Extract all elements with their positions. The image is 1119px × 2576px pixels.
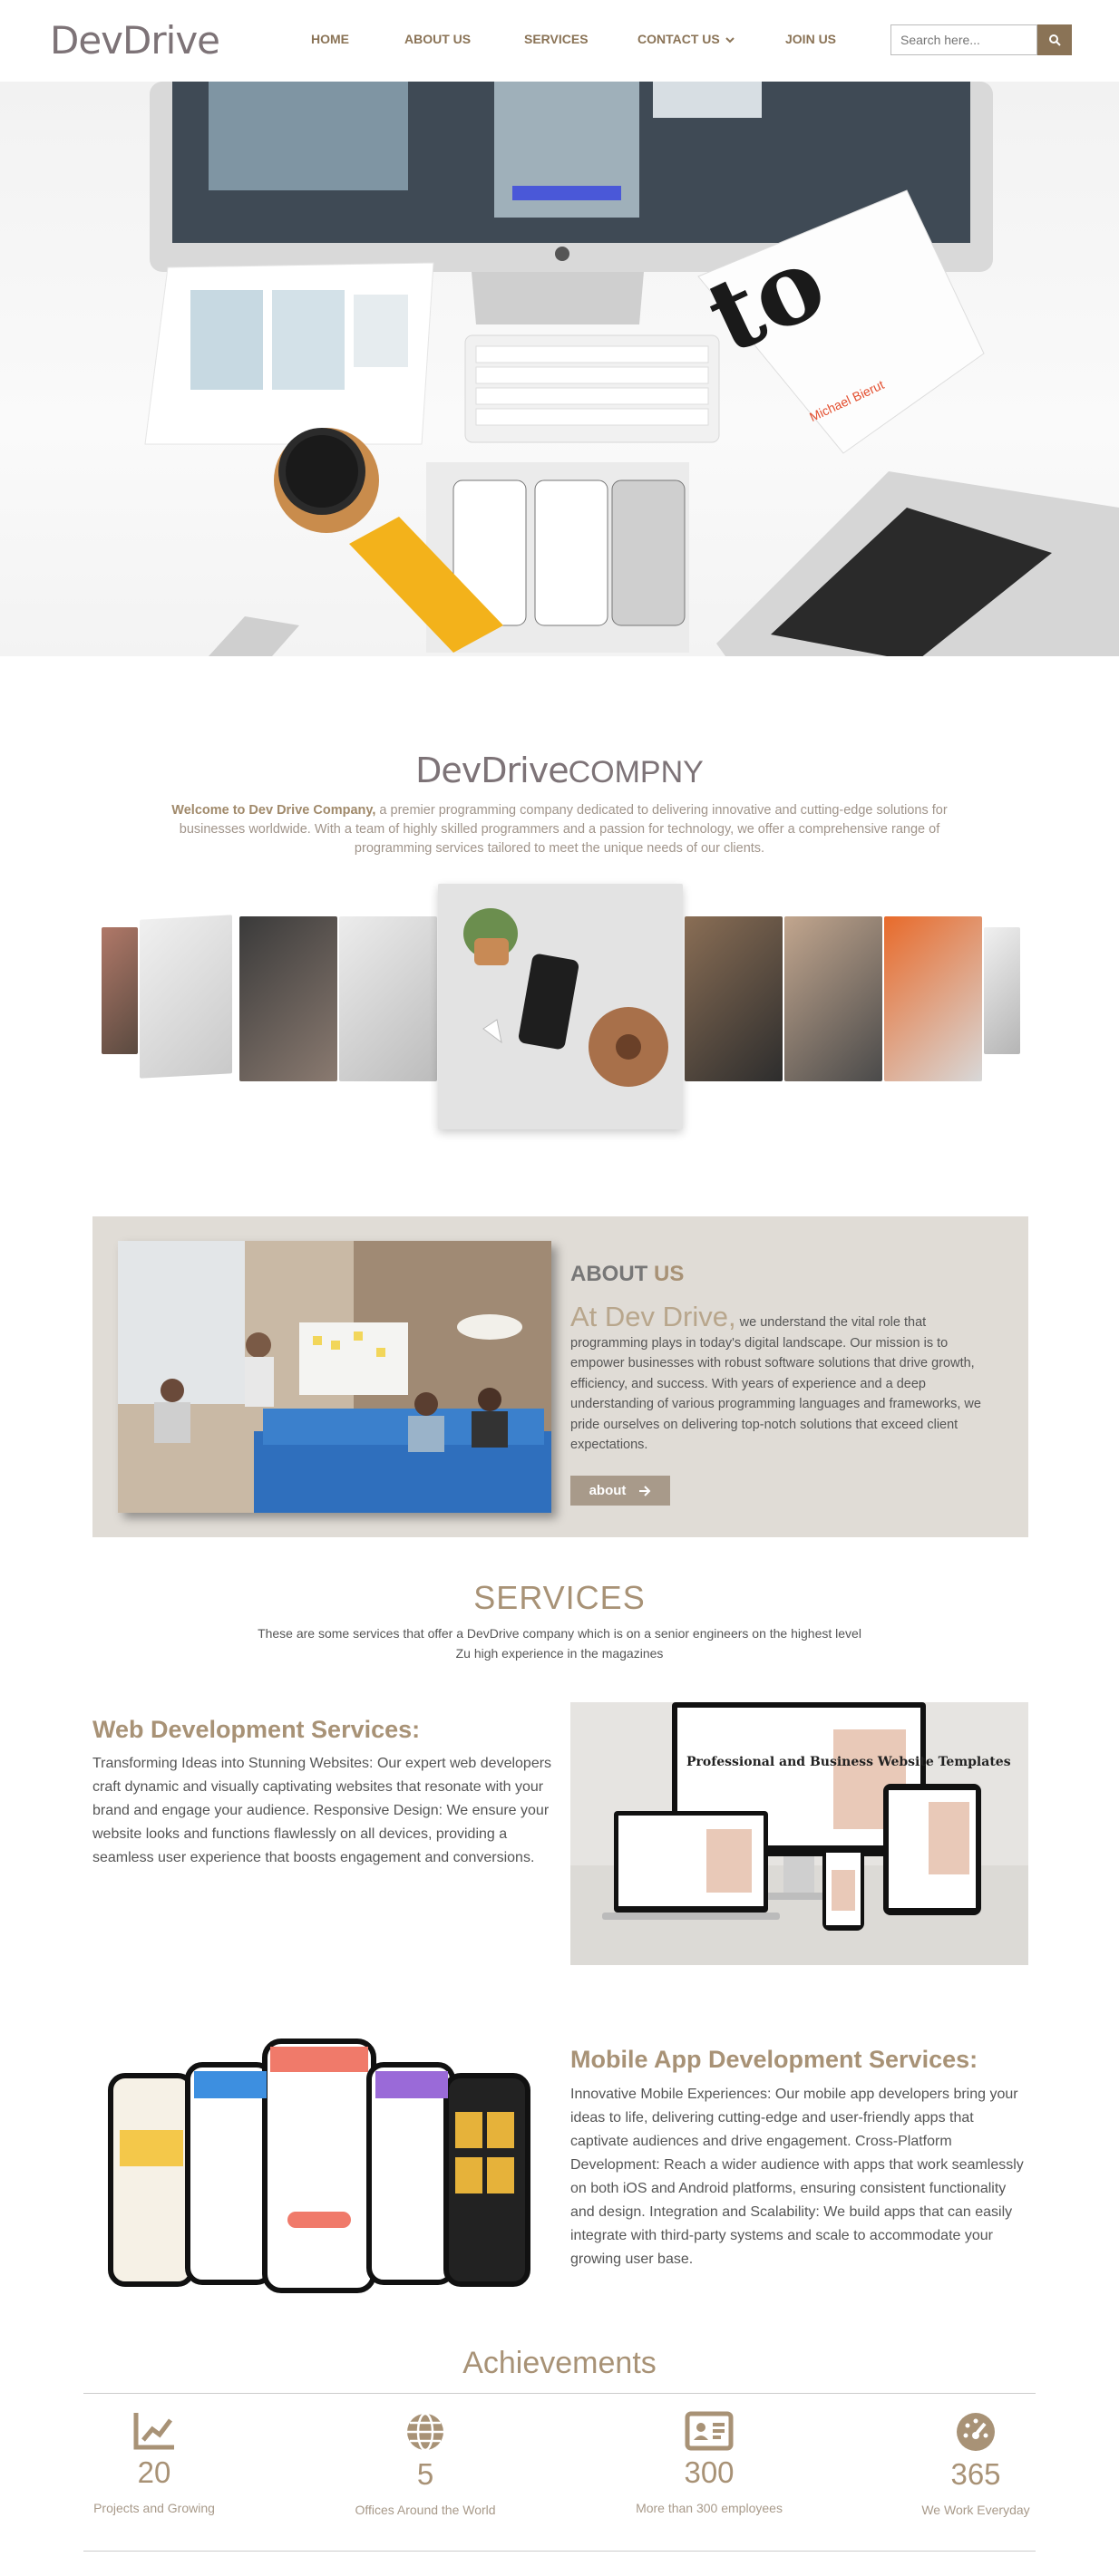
hero-image: to Michael Bierut bbox=[0, 82, 1119, 656]
carousel-slide[interactable] bbox=[784, 916, 882, 1081]
search-icon bbox=[1049, 34, 1061, 46]
company-logo-suffix: COMPNY bbox=[568, 755, 704, 789]
company-intro-bold: Welcome to Dev Drive Company, bbox=[171, 803, 376, 818]
achievement-label: More than 300 employees bbox=[636, 2501, 783, 2515]
about-lead-big: At Dev Drive, bbox=[570, 1301, 736, 1332]
nav-join-us[interactable]: JOIN US bbox=[785, 32, 836, 46]
logo-text: DevDrive bbox=[50, 18, 220, 63]
mobile-dev-title: Mobile App Development Services: bbox=[570, 2046, 978, 2073]
achievement-number: 20 bbox=[137, 2455, 171, 2489]
carousel-slide[interactable] bbox=[239, 916, 337, 1081]
achievement-label: Projects and Growing bbox=[93, 2501, 215, 2515]
carousel-slide[interactable] bbox=[884, 916, 982, 1081]
about-title-a: ABOUT bbox=[570, 1262, 654, 1286]
achievement-label: We Work Everyday bbox=[921, 2503, 1030, 2517]
achievement-projects: 20 Projects and Growing bbox=[54, 2411, 254, 2515]
about-title-b: US bbox=[654, 1262, 685, 1286]
achievements-title: Achievements bbox=[462, 2346, 657, 2380]
services-description: These are some services that offer a Dev… bbox=[258, 1626, 861, 1661]
desk-phone-photo bbox=[463, 908, 668, 1087]
achievements-divider-bottom bbox=[83, 2551, 1036, 2552]
nav-home[interactable]: HOME bbox=[311, 32, 349, 46]
about-button-label: about bbox=[589, 1483, 627, 1498]
carousel-slide[interactable] bbox=[685, 916, 783, 1081]
chart-line-icon bbox=[133, 2413, 174, 2450]
image-carousel[interactable] bbox=[100, 884, 1020, 1192]
achievement-number: 5 bbox=[416, 2457, 434, 2491]
company-logo: DevDriveCOMPNY bbox=[0, 751, 1119, 790]
desk-workspace-illustration: to Michael Bierut bbox=[144, 82, 1119, 656]
carousel-slide[interactable] bbox=[339, 916, 437, 1081]
search-button[interactable] bbox=[1037, 24, 1072, 55]
company-intro: Welcome to Dev Drive Company, a premier … bbox=[163, 801, 956, 858]
chevron-down-icon bbox=[725, 37, 735, 44]
carousel-slide[interactable] bbox=[984, 927, 1020, 1054]
web-dev-title: Web Development Services: bbox=[92, 1716, 421, 1743]
mobile-apps-mockup bbox=[92, 2030, 550, 2293]
achievement-everyday: 365 We Work Everyday bbox=[876, 2411, 1075, 2517]
globe-icon bbox=[407, 2412, 443, 2452]
site-logo[interactable]: DevDrive bbox=[50, 18, 220, 63]
achievement-number: 300 bbox=[684, 2455, 735, 2489]
search-input[interactable] bbox=[890, 24, 1037, 55]
achievement-employees: 300 More than 300 employees bbox=[609, 2411, 809, 2515]
carousel-slide-active[interactable] bbox=[438, 884, 683, 1129]
nav-contact-us-label: CONTACT US bbox=[637, 32, 720, 46]
mobile-dev-text: Innovative Mobile Experiences: Our mobil… bbox=[570, 2087, 1024, 2267]
team-meeting-photo bbox=[118, 1241, 551, 1513]
achievement-number: 365 bbox=[950, 2457, 1001, 2491]
about-lead-text: we understand the vital role that progra… bbox=[570, 1315, 981, 1452]
about-text: At Dev Drive, we understand the vital ro… bbox=[570, 1302, 997, 1456]
achievement-label: Offices Around the World bbox=[355, 2503, 496, 2517]
web-dev-text: Transforming Ideas into Stunning Website… bbox=[92, 1756, 552, 1865]
responsive-devices-mockup: Professional and Business Website Templa… bbox=[570, 1702, 1028, 1965]
nav-about-us[interactable]: ABOUT US bbox=[404, 32, 471, 46]
id-card-icon bbox=[685, 2411, 734, 2451]
nav-services[interactable]: SERVICES bbox=[524, 32, 589, 46]
achievements-divider-top bbox=[83, 2393, 1036, 2394]
mockup-headline: Professional and Business Website Templa… bbox=[686, 1755, 1011, 1769]
services-title: SERVICES bbox=[473, 1579, 646, 1616]
gauge-icon bbox=[957, 2413, 995, 2451]
arrow-right-icon bbox=[639, 1485, 651, 1496]
site-header: DevDrive HOME ABOUT US SERVICES CONTACT … bbox=[0, 0, 1119, 82]
about-title: ABOUT US bbox=[570, 1262, 684, 1287]
about-button[interactable]: about bbox=[570, 1476, 670, 1506]
achievement-offices: 5 Offices Around the World bbox=[326, 2411, 525, 2517]
carousel-slide[interactable] bbox=[102, 927, 138, 1054]
company-logo-main: DevDrive bbox=[415, 751, 569, 790]
nav-contact-us[interactable]: CONTACT US bbox=[637, 32, 735, 46]
carousel-slide[interactable] bbox=[140, 915, 232, 1079]
